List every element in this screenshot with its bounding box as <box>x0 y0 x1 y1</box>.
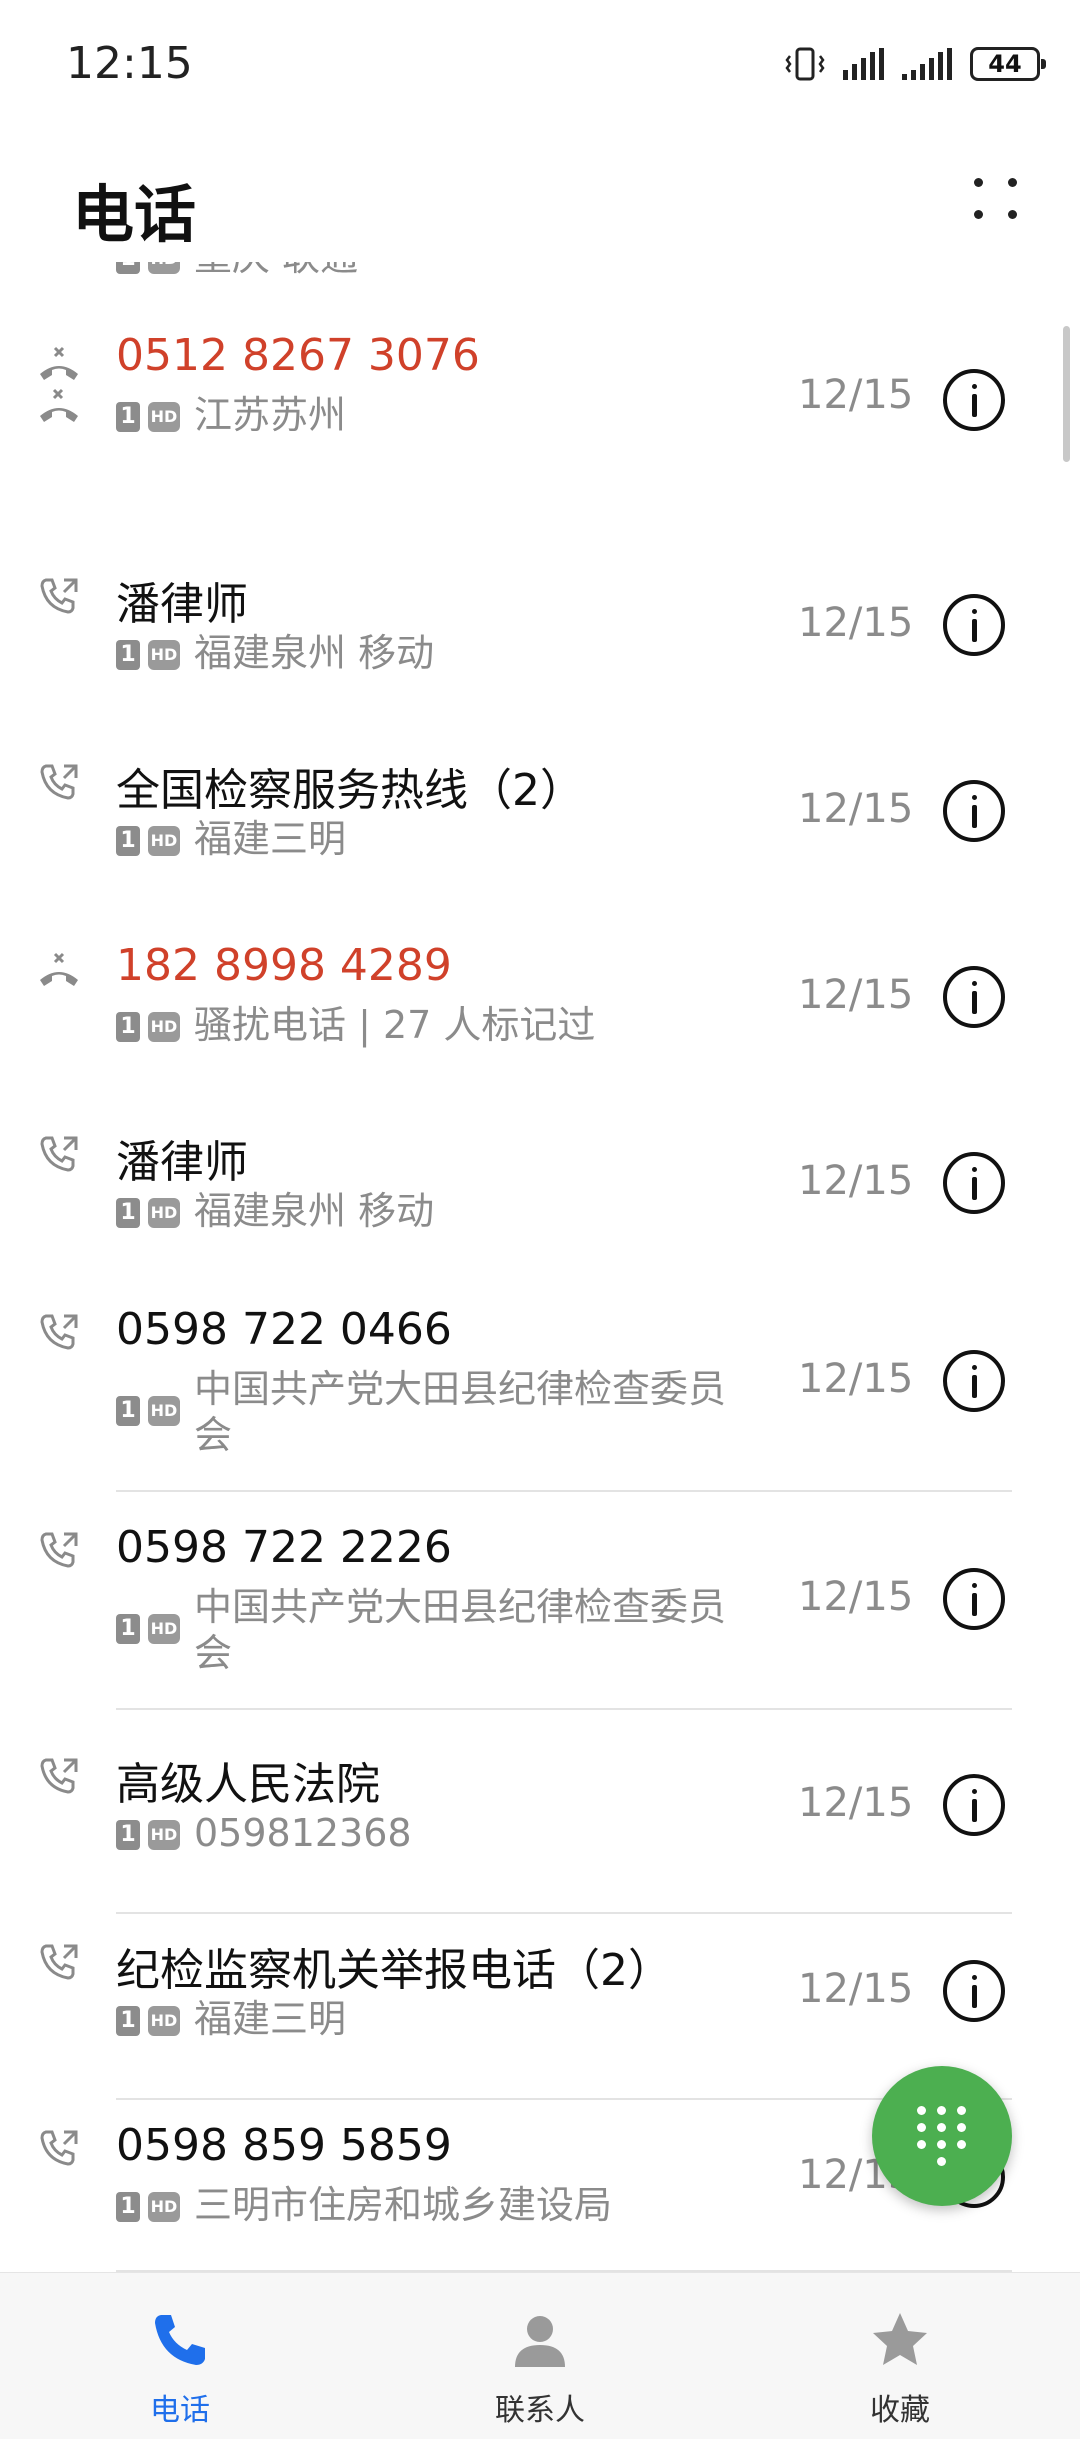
page-title: 电话 <box>72 178 197 251</box>
tab-phone[interactable]: 电话 <box>70 2273 290 2439</box>
call-info-button[interactable] <box>943 369 1005 431</box>
signal-icon-sim2 <box>902 48 952 80</box>
contacts-icon <box>515 2316 565 2367</box>
phone-icon <box>155 2315 205 2365</box>
tab-label: 电话 <box>150 2393 210 2428</box>
star-icon <box>873 2313 927 2365</box>
caller-location: 江苏苏州 <box>194 393 347 437</box>
status-time: 12:15 <box>66 38 193 89</box>
tab-label: 联系人 <box>495 2393 585 2428</box>
tab-label: 收藏 <box>870 2393 930 2428</box>
status-icons: 44 <box>785 44 1046 84</box>
more-options-button[interactable] <box>970 172 1022 224</box>
sim-badge: 1 <box>116 402 140 432</box>
hd-badge: HD <box>148 402 180 432</box>
call-log-item[interactable]: 0512 8267 3076 1 HD 江苏苏州 12/15 <box>0 330 1080 548</box>
bottom-nav: 电话 联系人 收藏 <box>0 2272 1080 2439</box>
signal-icon <box>843 48 884 80</box>
app-header: 电话 <box>0 140 1080 260</box>
status-bar: 12:15 44 <box>0 0 1080 130</box>
battery-indicator: 44 <box>970 47 1046 81</box>
vibrate-icon <box>785 47 825 81</box>
call-detail: 1 HD 江苏苏州 <box>116 392 346 438</box>
call-log-entries: 0512 8267 3076 1 HD 江苏苏州 12/15 <box>0 262 1080 2272</box>
missed-call-icon <box>40 346 78 380</box>
call-date: 12/15 <box>798 372 914 418</box>
tab-contacts[interactable]: 联系人 <box>430 2273 650 2439</box>
tab-favorites[interactable]: 收藏 <box>790 2273 1010 2439</box>
caller-name: 0512 8267 3076 <box>116 330 480 381</box>
